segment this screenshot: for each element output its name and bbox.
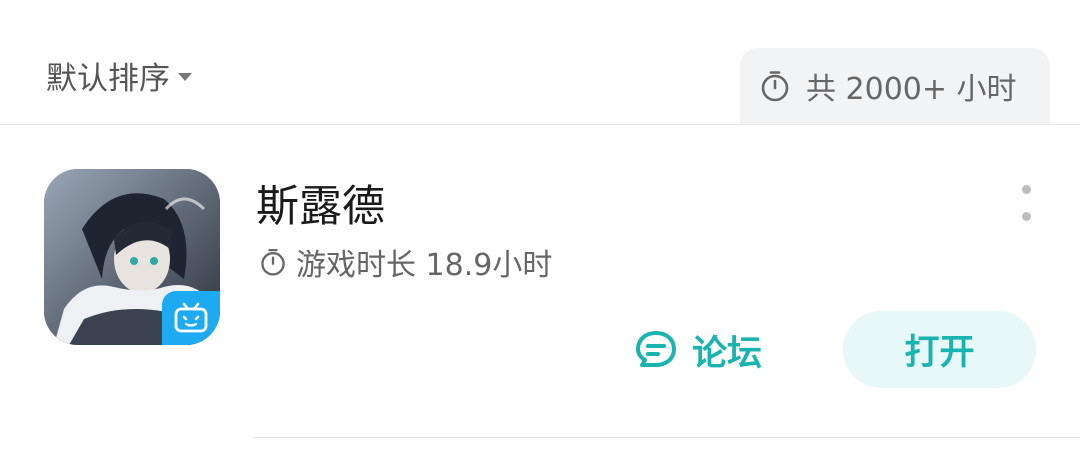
header-divider [0,124,1080,125]
app-name: 斯露德 [256,182,385,232]
app-playtime: 游戏时长 18.9小时 [258,240,552,284]
total-playtime-label: 共 2000+ 小时 [806,72,1017,107]
chat-bubble-icon [636,331,676,367]
forum-label: 论坛 [692,333,763,374]
app-icon[interactable] [44,169,220,345]
caret-down-icon [178,73,192,81]
list-divider [253,437,1080,438]
playtime-label: 游戏时长 18.9小时 [296,248,553,283]
total-playtime-chip: 共 2000+ 小时 [740,48,1050,124]
sort-label: 默认排序 [46,60,170,97]
more-options-button[interactable] [1015,185,1037,221]
stopwatch-icon [261,248,285,276]
forum-button[interactable]: 论坛 [634,322,762,378]
stopwatch-icon [761,71,789,102]
open-button[interactable]: 打开 [843,311,1036,388]
dot-icon [1021,212,1031,221]
dot-icon [1021,185,1031,194]
bilibili-tv-icon [174,302,208,333]
sort-dropdown[interactable]: 默认排序 [46,54,192,97]
bilibili-badge [162,291,220,345]
